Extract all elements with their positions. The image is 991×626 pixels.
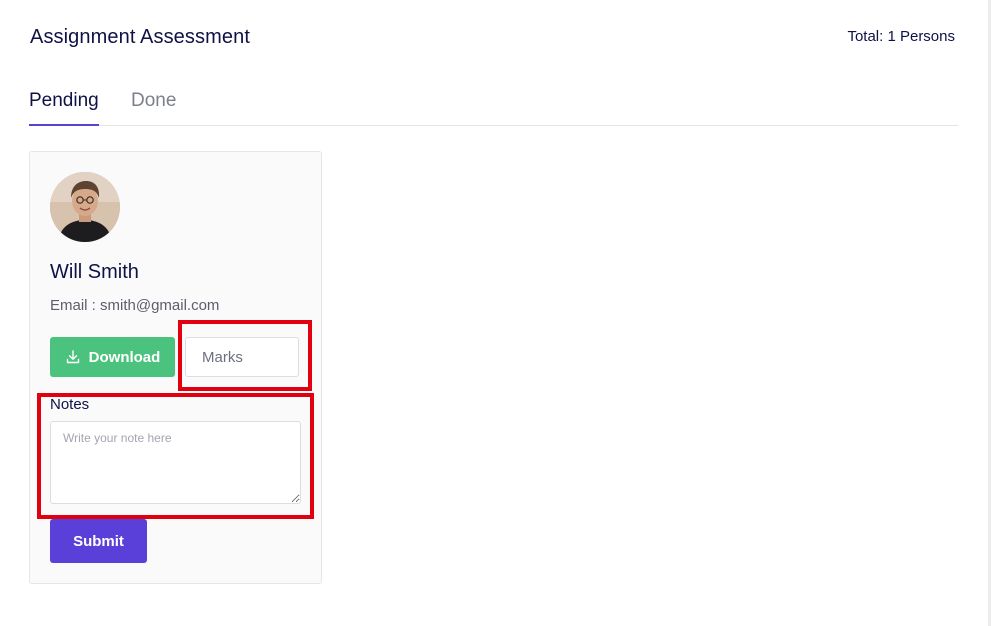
download-button-label: Download	[88, 348, 161, 366]
total-persons-count: Total: 1 Persons	[847, 28, 955, 45]
download-icon	[66, 350, 79, 364]
student-card: Will Smith Email : smith@gmail.com Downl…	[29, 151, 322, 584]
tab-done[interactable]: Done	[131, 90, 176, 122]
download-button[interactable]: Download	[50, 337, 175, 377]
avatar	[50, 172, 120, 242]
submit-button[interactable]: Submit	[50, 519, 147, 563]
tab-pending[interactable]: Pending	[29, 90, 99, 126]
assignment-assessment-page: Assignment Assessment Total: 1 Persons P…	[0, 0, 988, 626]
student-name: Will Smith	[50, 261, 139, 283]
status-tabs: Pending Done	[29, 90, 958, 126]
notes-label: Notes	[50, 396, 90, 413]
avatar-photo	[50, 172, 120, 242]
page-title: Assignment Assessment	[30, 26, 250, 48]
student-email: Email : smith@gmail.com	[50, 297, 220, 314]
marks-input[interactable]	[185, 337, 299, 377]
notes-textarea[interactable]	[50, 421, 301, 504]
